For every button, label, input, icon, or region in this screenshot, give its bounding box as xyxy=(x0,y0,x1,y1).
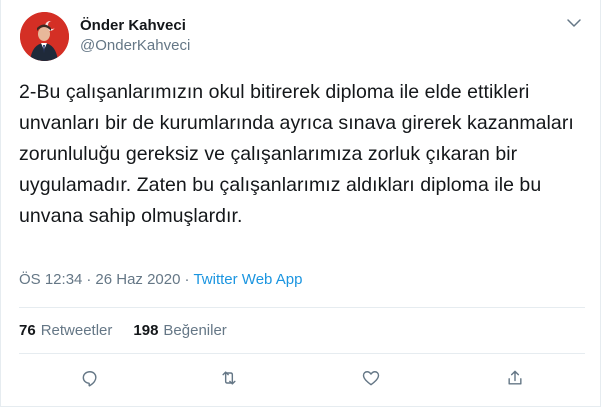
likes-count: 198 xyxy=(133,322,159,339)
retweets-count: 76 xyxy=(19,322,36,339)
tweet-date[interactable]: 26 Haz 2020 xyxy=(95,271,180,288)
retweet-icon[interactable] xyxy=(217,366,241,390)
heart-icon[interactable] xyxy=(359,366,383,390)
source-app-link[interactable]: Twitter Web App xyxy=(193,271,302,288)
tweet-stats: 76 Retweetler 198 Beğeniler xyxy=(19,322,227,339)
chevron-down-icon[interactable] xyxy=(565,14,583,32)
meta-separator: · xyxy=(86,271,92,288)
divider xyxy=(19,307,585,308)
avatar-image xyxy=(20,12,69,61)
share-icon[interactable] xyxy=(503,366,527,390)
display-name[interactable]: Önder Kahveci xyxy=(80,17,190,35)
tweet-card: Önder Kahveci @OnderKahveci 2-Bu çalışan… xyxy=(0,0,601,407)
likes-label: Beğeniler xyxy=(163,322,227,339)
retweets-label: Retweetler xyxy=(40,322,113,339)
likes-stat[interactable]: 198 Beğeniler xyxy=(133,322,226,339)
tweet-header: Önder Kahveci @OnderKahveci xyxy=(20,12,190,61)
retweets-stat[interactable]: 76 Retweetler xyxy=(19,322,112,339)
avatar[interactable] xyxy=(20,12,69,61)
divider xyxy=(19,353,585,354)
action-bar xyxy=(1,366,602,394)
tweet-time[interactable]: ÖS 12:34 xyxy=(19,271,82,288)
reply-icon[interactable] xyxy=(78,366,102,390)
tweet-text: 2-Bu çalışanlarımızın okul bitirerek dip… xyxy=(19,81,574,227)
tweet-meta: ÖS 12:34 · 26 Haz 2020 · Twitter Web App xyxy=(19,271,302,288)
meta-separator: · xyxy=(184,271,190,288)
user-handle[interactable]: @OnderKahveci xyxy=(80,37,190,55)
